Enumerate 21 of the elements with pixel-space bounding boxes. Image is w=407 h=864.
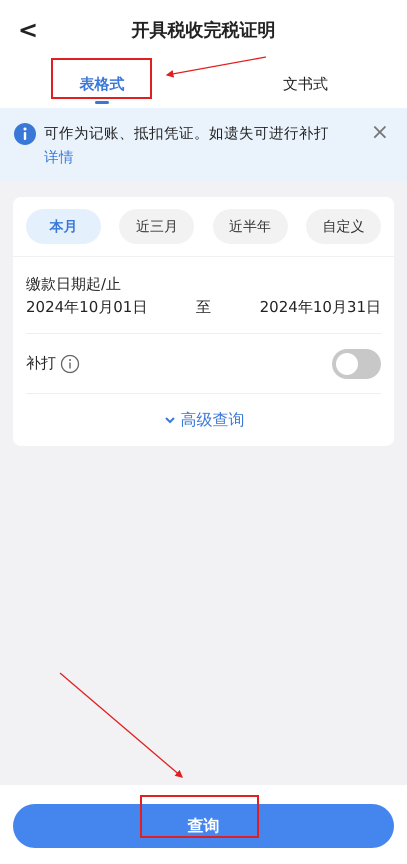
start-date[interactable]: 2024年10月01日 (26, 298, 148, 317)
period-chip[interactable]: 近三月 (119, 209, 194, 244)
advanced-search-button[interactable]: 高级查询 (26, 394, 381, 446)
tab[interactable]: 文书式 (204, 60, 407, 108)
period-chip[interactable]: 本月 (26, 209, 101, 244)
details-link[interactable]: 详情 (44, 150, 74, 166)
tab[interactable]: 表格式 (0, 60, 204, 108)
date-range-label: 缴款日期起/止 (26, 275, 122, 294)
period-chip[interactable]: 自定义 (306, 209, 381, 244)
back-button[interactable]: < (14, 16, 42, 44)
period-chip[interactable]: 近半年 (212, 209, 288, 244)
info-icon[interactable] (60, 354, 80, 374)
close-button[interactable]: × (366, 122, 393, 144)
end-date[interactable]: 2024年10月31日 (260, 298, 381, 317)
query-button[interactable]: 查询 (13, 804, 394, 848)
reprint-label: 补打 (26, 354, 56, 373)
info-icon (14, 123, 36, 145)
range-separator: 至 (196, 298, 211, 317)
reprint-switch[interactable] (332, 348, 381, 378)
page-title: 开具税收完税证明 (132, 19, 276, 42)
notice-text: 可作为记账、抵扣凭证。如遗失可进行补打 详情 (44, 124, 330, 168)
